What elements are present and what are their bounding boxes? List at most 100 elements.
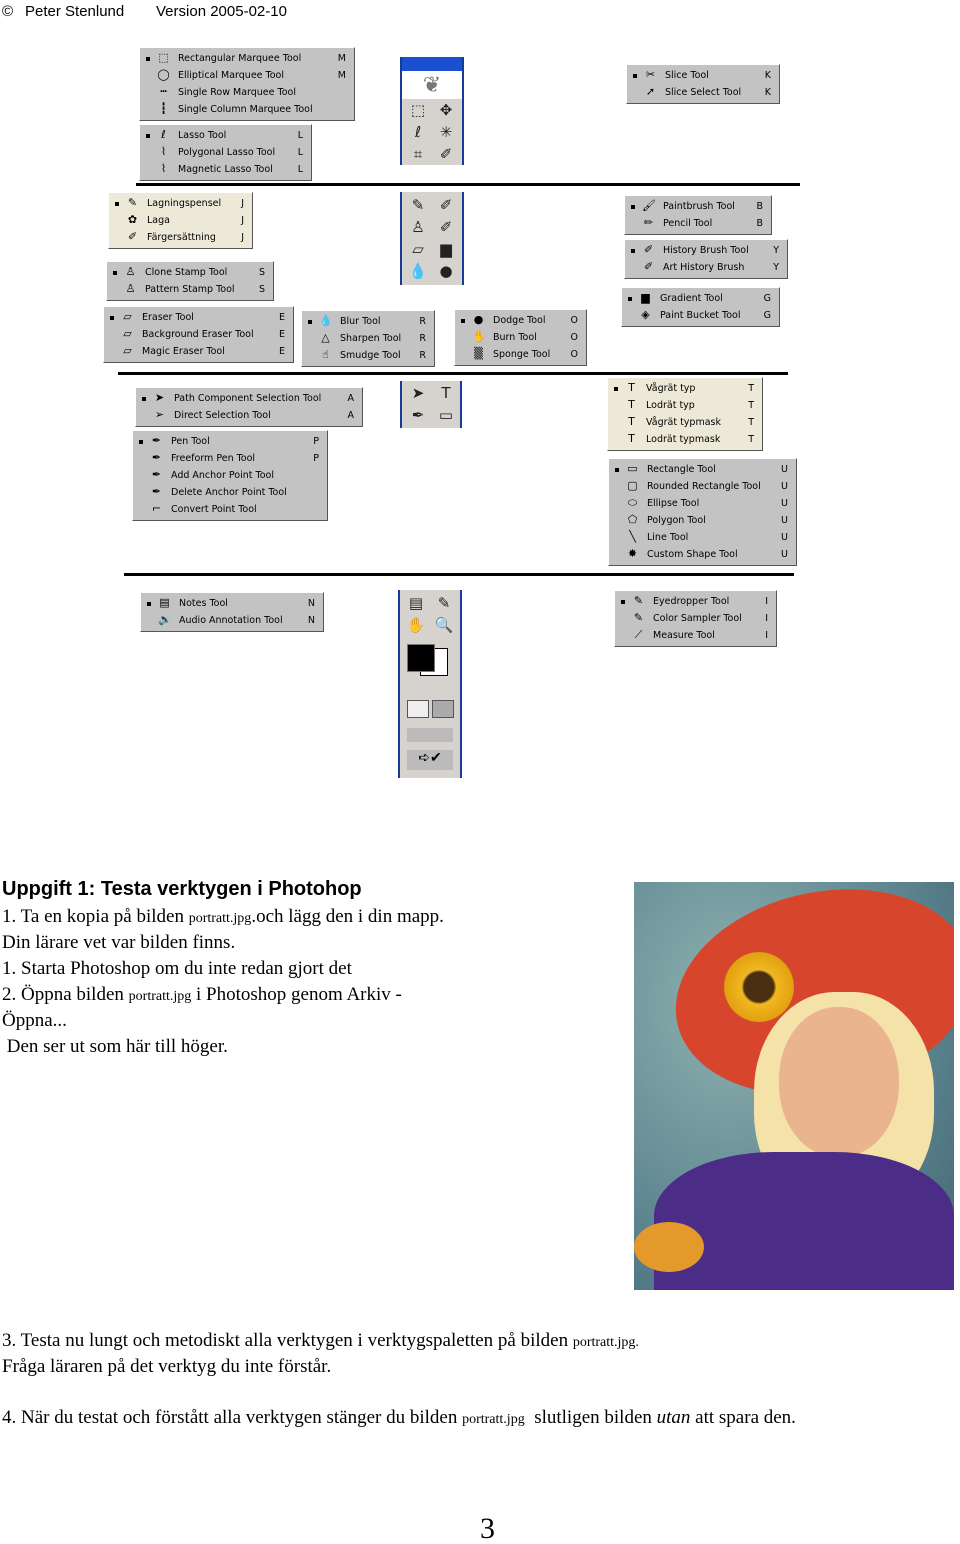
- toolbox-tool-icon[interactable]: ➤: [406, 382, 430, 404]
- menu-item-ellipse-tool[interactable]: ⬭ Ellipse Tool U: [609, 495, 796, 512]
- menu-item-burn-tool[interactable]: ✋ Burn Tool O: [455, 329, 586, 346]
- toolbox-tool-icon[interactable]: ▭: [434, 404, 458, 426]
- toolbox-tool-icon[interactable]: ▱: [406, 238, 430, 260]
- standard-mode-icon[interactable]: [407, 700, 429, 718]
- menu-item-rectangle-tool[interactable]: ▭ Rectangle Tool U: [609, 461, 796, 478]
- menu-item-delete-anchor-point-tool[interactable]: ✒ Delete Anchor Point Tool: [133, 484, 327, 501]
- page-number: 3: [480, 1512, 495, 1544]
- toolbox-tool-icon[interactable]: ♙: [406, 216, 430, 238]
- menu-item-dodge-tool[interactable]: ● Dodge Tool O: [455, 312, 586, 329]
- sleeve: [634, 1222, 704, 1272]
- toolbox-tool-icon[interactable]: 💧: [406, 260, 430, 282]
- toolbox-tool-icon[interactable]: ✎: [432, 592, 456, 614]
- menu-item-rounded-rectangle-tool[interactable]: ▢ Rounded Rectangle Tool U: [609, 478, 796, 495]
- menu-item-färgersättning[interactable]: ✐ Färgersättning J: [109, 229, 252, 246]
- foreground-color-swatch[interactable]: [407, 644, 435, 672]
- menu-item-magnetic-lasso-tool[interactable]: ⌇ Magnetic Lasso Tool L: [140, 161, 311, 178]
- menu-item-audio-annotation-tool[interactable]: 🔊 Audio Annotation Tool N: [141, 612, 323, 629]
- toolbox-tool-icon[interactable]: ✥: [434, 99, 458, 121]
- menu-item-smudge-tool[interactable]: ☝ Smudge Tool R: [302, 347, 434, 364]
- gradient-flyout-menu: ▆ Gradient Tool G ◈ Paint Bucket Tool G: [621, 287, 780, 327]
- delete-anchor-icon: ✒: [151, 485, 162, 498]
- menu-item-history-brush-tool[interactable]: ✐ History Brush Tool Y: [625, 242, 787, 259]
- menu-item-single-row-marquee-tool[interactable]: ┅ Single Row Marquee Tool: [140, 84, 354, 101]
- clone-stamp-icon: ♙: [125, 265, 136, 278]
- menu-item-measure-tool[interactable]: ⟋ Measure Tool I: [615, 627, 776, 644]
- menu-item-custom-shape-tool[interactable]: ✸ Custom Shape Tool U: [609, 546, 796, 563]
- menu-item-path-component-selection-tool[interactable]: ➤ Path Component Selection Tool A: [136, 390, 362, 407]
- menu-item-lodrät-typ[interactable]: T Lodrät typ T: [608, 397, 762, 414]
- menu-item-paint-bucket-tool[interactable]: ◈ Paint Bucket Tool G: [622, 307, 779, 324]
- toolbox-tool-icon[interactable]: ▤: [404, 592, 428, 614]
- menu-item-eraser-tool[interactable]: ▱ Eraser Tool E: [104, 309, 293, 326]
- instruction-line: Fråga läraren på det verktyg du inte för…: [2, 1356, 332, 1377]
- toolbox-tool-icon[interactable]: ▆: [434, 238, 458, 260]
- menu-item-art-history-brush[interactable]: ✐ Art History Brush Y: [625, 259, 787, 276]
- healing-brush-icon: ✎: [127, 196, 138, 209]
- selected-indicator: [308, 320, 312, 324]
- toolbox-tool-icon[interactable]: ✳: [434, 121, 458, 143]
- menu-item-single-column-marquee-tool[interactable]: ┇ Single Column Marquee Tool: [140, 101, 354, 118]
- sunflower: [724, 952, 794, 1022]
- toolbox-top: ❦ ⬚ ✥ ℓ ✳ ⌗ ✐: [400, 57, 464, 165]
- lasso-flyout-menu: ℓ Lasso Tool L ⌇ Polygonal Lasso Tool L ⌇ Magne…: [139, 124, 312, 181]
- toolbox-tool-icon[interactable]: ✒: [406, 404, 430, 426]
- menu-item-lodrät-typmask[interactable]: T Lodrät typmask T: [608, 431, 762, 448]
- menu-item-polygonal-lasso-tool[interactable]: ⌇ Polygonal Lasso Tool L: [140, 144, 311, 161]
- menu-item-polygon-tool[interactable]: ⬠ Polygon Tool U: [609, 512, 796, 529]
- toolbox-tool-icon[interactable]: ✐: [434, 194, 458, 216]
- menu-item-pattern-stamp-tool[interactable]: ♙ Pattern Stamp Tool S: [107, 281, 273, 298]
- toolbox-tool-icon[interactable]: ✐: [434, 216, 458, 238]
- quick-mask-icon[interactable]: [432, 700, 454, 718]
- menu-item-notes-tool[interactable]: ▤ Notes Tool N: [141, 595, 323, 612]
- menu-item-lagningspensel[interactable]: ✎ Lagningspensel J: [109, 195, 252, 212]
- jump-to-imageready-icon[interactable]: ➪✔: [407, 750, 453, 770]
- menu-item-convert-point-tool[interactable]: ⌐ Convert Point Tool: [133, 501, 327, 518]
- screen-mode-icons[interactable]: [407, 728, 453, 742]
- menu-item-direct-selection-tool[interactable]: ➢ Direct Selection Tool A: [136, 407, 362, 424]
- measure-icon: ⟋: [634, 628, 643, 641]
- toolbox-tool-icon[interactable]: ●: [434, 260, 458, 282]
- shortcut-key: I: [765, 596, 768, 607]
- menu-item-elliptical-marquee-tool[interactable]: ◯ Elliptical Marquee Tool M: [140, 67, 354, 84]
- menu-item-magic-eraser-tool[interactable]: ▱ Magic Eraser Tool E: [104, 343, 293, 360]
- path-selection-icon: ➤: [154, 391, 165, 404]
- menu-item-freeform-pen-tool[interactable]: ✒ Freeform Pen Tool P: [133, 450, 327, 467]
- blur-flyout-menu: 💧 Blur Tool R △ Sharpen Tool R ☝ Smudge Tool R: [301, 310, 435, 367]
- burn-icon: ✋: [472, 330, 486, 343]
- toolbox-tool-icon[interactable]: ✐: [434, 143, 458, 165]
- toolbox-tool-icon[interactable]: ✋: [404, 614, 428, 636]
- menu-item-vågrät-typmask[interactable]: T Vågrät typmask T: [608, 414, 762, 431]
- toolbox-tool-icon[interactable]: T: [434, 382, 458, 404]
- menu-item-vågrät-typ[interactable]: T Vågrät typ T: [608, 380, 762, 397]
- menu-item-sharpen-tool[interactable]: △ Sharpen Tool R: [302, 330, 434, 347]
- menu-item-pencil-tool[interactable]: ✏ Pencil Tool B: [625, 215, 771, 232]
- toolbox-tool-icon[interactable]: ✎: [406, 194, 430, 216]
- menu-item-slice-select-tool[interactable]: ➚ Slice Select Tool K: [627, 84, 779, 101]
- menu-item-rectangular-marquee-tool[interactable]: ⬚ Rectangular Marquee Tool M: [140, 50, 354, 67]
- shortcut-key: O: [570, 332, 578, 343]
- menu-item-blur-tool[interactable]: 💧 Blur Tool R: [302, 313, 434, 330]
- selected-indicator: [615, 468, 619, 472]
- shortcut-key: N: [307, 598, 315, 609]
- toolbox-tool-icon[interactable]: ⬚: [406, 99, 430, 121]
- menu-item-background-eraser-tool[interactable]: ▱ Background Eraser Tool E: [104, 326, 293, 343]
- menu-item-slice-tool[interactable]: ✂ Slice Tool K: [627, 67, 779, 84]
- selected-indicator: [631, 205, 635, 209]
- toolbox-tool-icon[interactable]: ℓ: [406, 121, 430, 143]
- menu-item-paintbrush-tool[interactable]: 🖌 Paintbrush Tool B: [625, 198, 771, 215]
- sharpen-icon: △: [321, 331, 330, 344]
- shortcut-key: U: [781, 481, 788, 492]
- menu-item-pen-tool[interactable]: ✒ Pen Tool P: [133, 433, 327, 450]
- menu-item-color-sampler-tool[interactable]: ✎ Color Sampler Tool I: [615, 610, 776, 627]
- menu-item-lasso-tool[interactable]: ℓ Lasso Tool L: [140, 127, 311, 144]
- menu-item-sponge-tool[interactable]: ▒ Sponge Tool O: [455, 346, 586, 363]
- menu-item-gradient-tool[interactable]: ▆ Gradient Tool G: [622, 290, 779, 307]
- menu-item-clone-stamp-tool[interactable]: ♙ Clone Stamp Tool S: [107, 264, 273, 281]
- menu-item-line-tool[interactable]: ╲ Line Tool U: [609, 529, 796, 546]
- menu-item-eyedropper-tool[interactable]: ✎ Eyedropper Tool I: [615, 593, 776, 610]
- menu-item-laga[interactable]: ✿ Laga J: [109, 212, 252, 229]
- menu-item-add-anchor-point-tool[interactable]: ✒ Add Anchor Point Tool: [133, 467, 327, 484]
- toolbox-tool-icon[interactable]: ⌗: [406, 143, 430, 165]
- toolbox-tool-icon[interactable]: 🔍: [432, 614, 456, 636]
